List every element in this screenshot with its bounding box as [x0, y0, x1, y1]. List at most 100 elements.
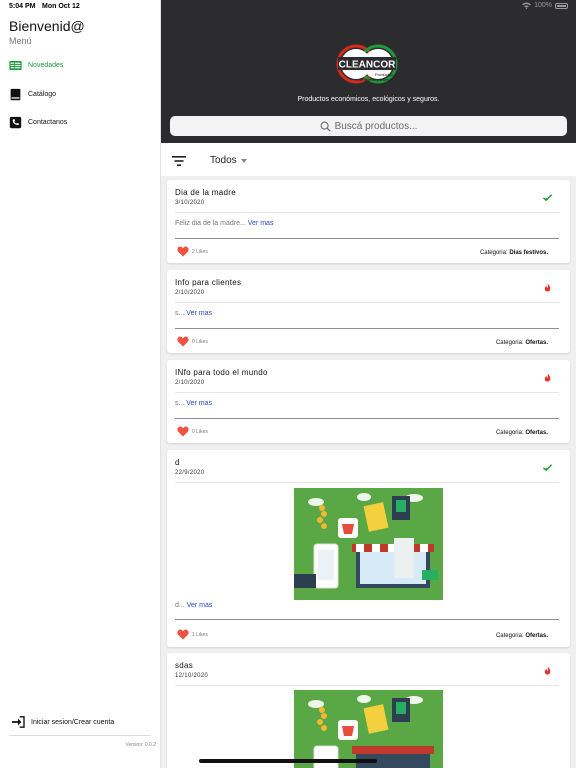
likes-count: 2 Likes [192, 248, 208, 255]
fire-icon [544, 283, 551, 292]
news-icon [9, 61, 22, 70]
filter-selected: Todos [210, 155, 237, 166]
post-date: 2/10/2020 [175, 290, 205, 296]
post-category: Categoria: Ofertas. [496, 633, 548, 639]
likes-count: 1 Likes [192, 631, 208, 638]
status-date: Mon Oct 12 [42, 3, 80, 10]
like-button[interactable]: 0 Likes [177, 426, 208, 437]
read-more-link[interactable]: Ver mas [186, 310, 212, 317]
post-date: 3/10/2020 [175, 200, 205, 206]
post-card[interactable]: Dia de la madre 3/10/2020 Feliz dia de l… [167, 180, 570, 263]
sidebar-item-label: Catálogo [28, 91, 57, 98]
battery-percent: 100% [534, 2, 552, 9]
chevron-down-icon [240, 158, 247, 163]
heart-icon [177, 246, 189, 257]
divider [175, 619, 559, 620]
divider [175, 482, 559, 483]
fire-icon [544, 373, 551, 382]
divider [175, 685, 559, 686]
category-value: Ofertas. [525, 430, 548, 436]
post-category: Categoria: Ofertas. [496, 340, 548, 346]
category-label: Categoria: [479, 250, 508, 256]
post-title: Dia de la madre [175, 188, 236, 197]
header: 100% CLEANCOR Productos de higiene y lim… [161, 0, 576, 143]
post-description: d... Ver mas [175, 602, 212, 609]
sidebar-subtitle: Menú [9, 36, 32, 46]
phone-icon [9, 116, 22, 129]
post-title: INfo para todo el mundo [175, 368, 268, 377]
sidebar-title: Bienvenid@ [9, 18, 85, 34]
likes-count: 0 Likes [192, 428, 208, 435]
category-label: Categoria: [495, 430, 524, 436]
category-value: Ofertas. [525, 633, 548, 639]
divider [175, 302, 559, 303]
post-description-text: Feliz dia de la madre... [175, 220, 246, 227]
post-date: 22/9/2020 [175, 470, 205, 476]
post-category: Categoria: Dias festivos. [480, 250, 548, 256]
post-card[interactable]: sdas 12/10/2020 [167, 653, 570, 768]
sidebar-item-catalogo[interactable]: Catálogo [9, 88, 56, 101]
like-button[interactable]: 0 Likes [177, 336, 208, 347]
app-version: Version: 0.0.2 [125, 742, 156, 748]
header-tagline: Productos económicos, ecológicos y segur… [297, 96, 440, 103]
post-image[interactable] [294, 690, 443, 768]
sidebar-item-label: Contactanos [28, 119, 68, 126]
likes-count: 0 Likes [192, 338, 208, 345]
login-icon [12, 716, 25, 728]
category-value: Ofertas. [525, 340, 548, 346]
login-label: Iniciar sesion/Crear cuenta [31, 718, 115, 726]
book-icon [10, 88, 21, 101]
sidebar-item-label: Novedades [28, 62, 64, 69]
check-icon [543, 194, 552, 202]
post-date: 2/10/2020 [175, 380, 205, 386]
app-root: 5:04 PM Mon Oct 12 Bienvenid@ Menú Noved… [0, 0, 576, 768]
post-description-text: s... [175, 310, 185, 317]
heart-icon [177, 629, 189, 640]
divider [175, 212, 559, 213]
sidebar-divider [9, 735, 151, 736]
read-more-link[interactable]: Ver mas [187, 602, 213, 609]
like-button[interactable]: 1 Likes [177, 629, 208, 640]
filter-dropdown[interactable]: Todos [210, 155, 247, 166]
sidebar-item-contactanos[interactable]: Contactanos [9, 116, 67, 129]
read-more-link[interactable]: Ver mas [248, 220, 274, 227]
post-card[interactable]: Info para clientes 2/10/2020 s... Ver ma… [167, 270, 570, 353]
filter-icon[interactable] [172, 156, 186, 166]
feed: Dia de la madre 3/10/2020 Feliz dia de l… [161, 176, 576, 768]
login-button[interactable]: Iniciar sesion/Crear cuenta [11, 716, 114, 728]
home-indicator [199, 759, 377, 763]
post-title: Info para clientes [175, 278, 242, 287]
post-category: Categoria: Ofertas. [496, 430, 548, 436]
status-time: 5:04 PM [9, 3, 36, 10]
category-label: Categoria: [495, 340, 524, 346]
search-icon [320, 121, 331, 132]
logo-subtext: Productos [375, 72, 393, 77]
divider [175, 238, 559, 239]
sidebar: 5:04 PM Mon Oct 12 Bienvenid@ Menú Noved… [0, 0, 161, 768]
cleancor-logo: CLEANCOR Productos de higiene y limpieza [336, 44, 398, 88]
post-card[interactable]: d 22/9/2020 d... Ver mas 1 Likes Categor… [167, 450, 570, 647]
search-bar[interactable]: Buscá productos... [170, 116, 567, 136]
search-placeholder: Buscá productos... [334, 120, 418, 132]
logo-text: CLEANCOR [339, 60, 396, 71]
logo-mark: CLEANCOR Productos de higiene y limpieza [336, 44, 398, 84]
post-description-text: s... [175, 400, 185, 407]
post-title: sdas [175, 661, 194, 670]
filter-row: Todos [161, 144, 576, 176]
post-description: Feliz dia de la madre... Ver mas [175, 220, 273, 227]
divider [175, 328, 559, 329]
sidebar-item-novedades[interactable]: Novedades [9, 60, 63, 71]
divider [175, 418, 559, 419]
post-description: s... Ver mas [175, 400, 212, 407]
post-card[interactable]: INfo para todo el mundo 2/10/2020 s... V… [167, 360, 570, 443]
read-more-link[interactable]: Ver mas [186, 400, 212, 407]
category-value: Dias festivos. [509, 250, 548, 256]
post-description: s... Ver mas [175, 310, 212, 317]
post-date: 12/10/2020 [175, 673, 209, 679]
post-image[interactable] [294, 488, 443, 600]
category-label: Categoria: [495, 633, 524, 639]
heart-icon [177, 426, 189, 437]
like-button[interactable]: 2 Likes [177, 246, 208, 257]
wifi-icon [522, 2, 531, 9]
post-title: d [175, 458, 180, 467]
